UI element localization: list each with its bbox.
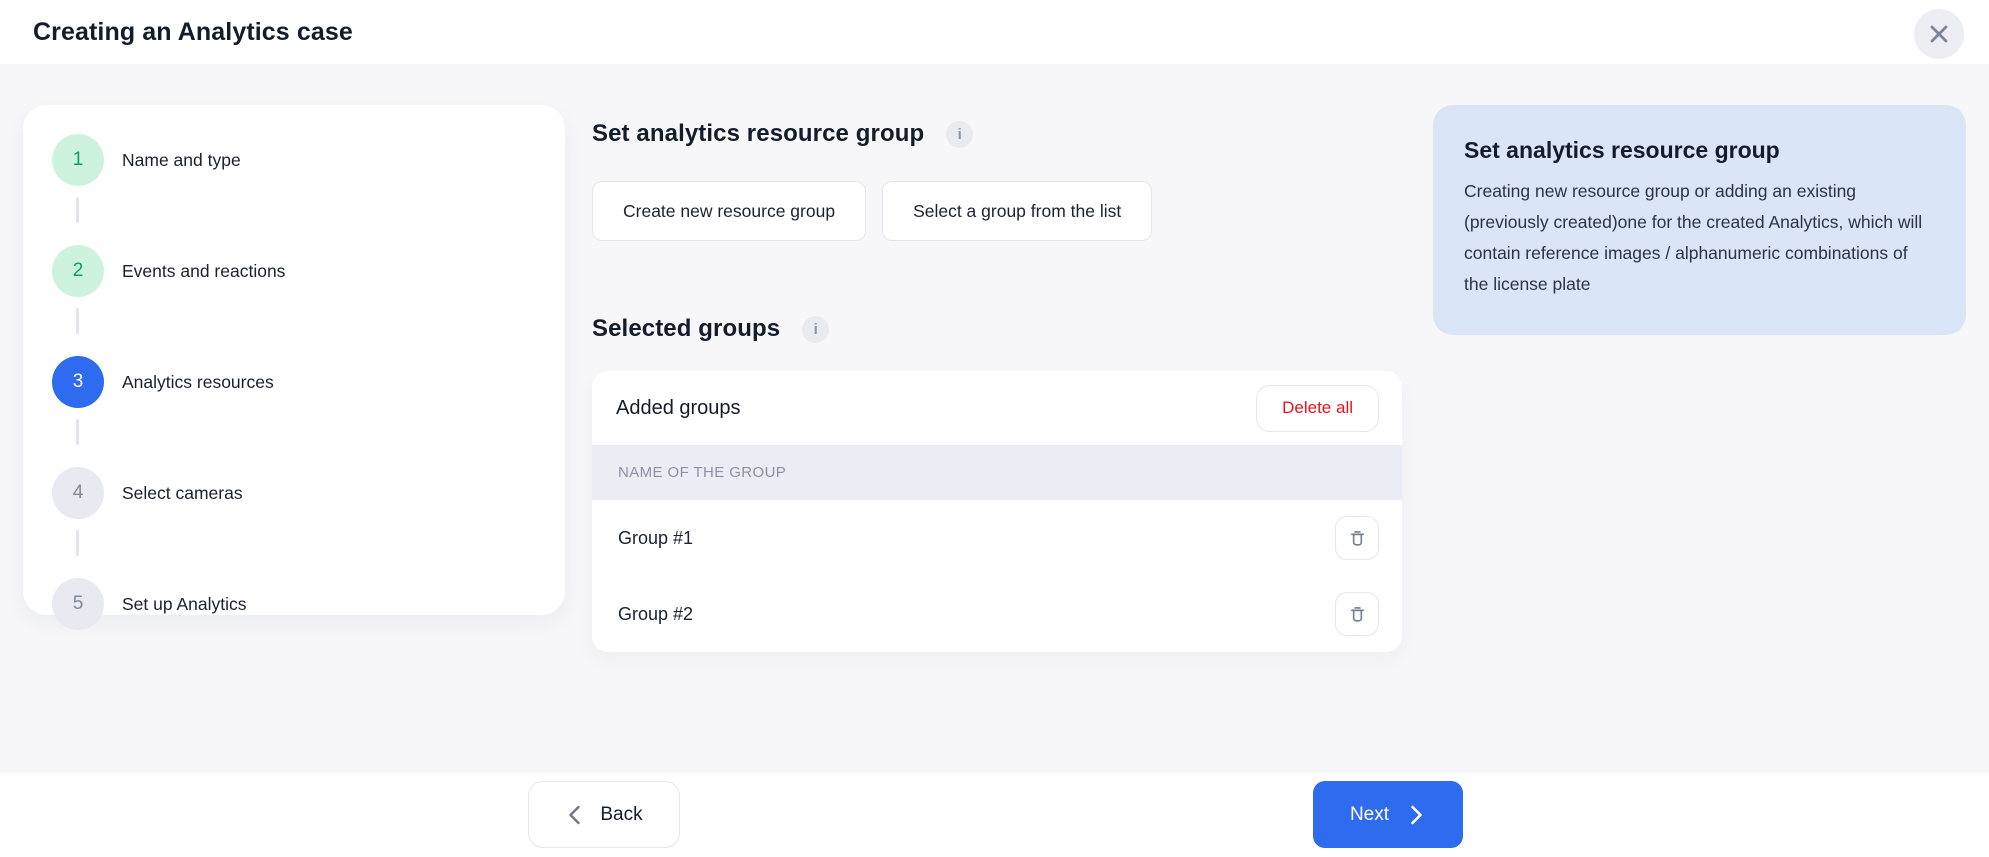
- step-number-badge: 1: [52, 134, 104, 186]
- delete-group-button[interactable]: [1335, 516, 1379, 560]
- delete-group-button[interactable]: [1335, 592, 1379, 636]
- group-name: Group #2: [618, 604, 693, 625]
- section-title-selected-groups: Selected groups: [592, 315, 780, 343]
- step-number-badge: 4: [52, 467, 104, 519]
- wizard-stepper: 1 Name and type 2 Events and reactions 3…: [23, 105, 565, 615]
- table-row: Group #2: [592, 576, 1402, 652]
- chevron-left-icon: [565, 804, 585, 826]
- back-button-label: Back: [600, 804, 642, 826]
- stepper-connector: [52, 419, 565, 467]
- dialog-header: Creating an Analytics case: [0, 0, 1989, 64]
- select-group-from-list-button[interactable]: Select a group from the list: [882, 181, 1152, 241]
- step-label: Events and reactions: [122, 261, 285, 282]
- back-button[interactable]: Back: [528, 781, 680, 848]
- step-number-badge: 2: [52, 245, 104, 297]
- help-panel: Set analytics resource group Creating ne…: [1433, 105, 1966, 335]
- next-button[interactable]: Next: [1313, 781, 1463, 848]
- dialog-footer: Back Next: [0, 773, 1989, 857]
- stepper-connector: [52, 197, 565, 245]
- stepper-item-select-cameras[interactable]: 4 Select cameras: [52, 467, 565, 519]
- info-icon[interactable]: i: [802, 316, 829, 343]
- stepper-connector: [52, 530, 565, 578]
- dialog-body: 1 Name and type 2 Events and reactions 3…: [0, 64, 1989, 773]
- help-panel-description: Creating new resource group or adding an…: [1464, 176, 1936, 300]
- step-label: Analytics resources: [122, 372, 274, 393]
- delete-all-button[interactable]: Delete all: [1256, 385, 1379, 432]
- stepper-item-set-up-analytics[interactable]: 5 Set up Analytics: [52, 578, 565, 630]
- stepper-item-name-and-type[interactable]: 1 Name and type: [52, 134, 565, 186]
- table-column-header: NAME OF THE GROUP: [592, 445, 1402, 500]
- added-groups-card: Added groups Delete all NAME OF THE GROU…: [592, 371, 1402, 652]
- create-resource-group-button[interactable]: Create new resource group: [592, 181, 866, 241]
- group-name: Group #1: [618, 528, 693, 549]
- step-number-badge: 3: [52, 356, 104, 408]
- step-label: Select cameras: [122, 483, 243, 504]
- info-icon[interactable]: i: [946, 121, 973, 148]
- stepper-connector: [52, 308, 565, 356]
- trash-icon: [1346, 527, 1369, 550]
- step-label: Name and type: [122, 150, 241, 171]
- table-row: Group #1: [592, 500, 1402, 576]
- step-label: Set up Analytics: [122, 594, 247, 615]
- help-panel-title: Set analytics resource group: [1464, 137, 1936, 164]
- trash-icon: [1346, 603, 1369, 626]
- stepper-item-analytics-resources[interactable]: 3 Analytics resources: [52, 356, 565, 408]
- added-groups-title: Added groups: [616, 397, 741, 420]
- next-button-label: Next: [1350, 804, 1389, 826]
- step-number-badge: 5: [52, 578, 104, 630]
- chevron-right-icon: [1406, 804, 1426, 826]
- dialog-title: Creating an Analytics case: [33, 18, 353, 47]
- stepper-item-events-and-reactions[interactable]: 2 Events and reactions: [52, 245, 565, 297]
- section-title-resource-group: Set analytics resource group: [592, 120, 924, 148]
- close-icon: [1926, 21, 1952, 47]
- step-content: Set analytics resource group i Create ne…: [592, 64, 1402, 652]
- close-button[interactable]: [1914, 9, 1964, 59]
